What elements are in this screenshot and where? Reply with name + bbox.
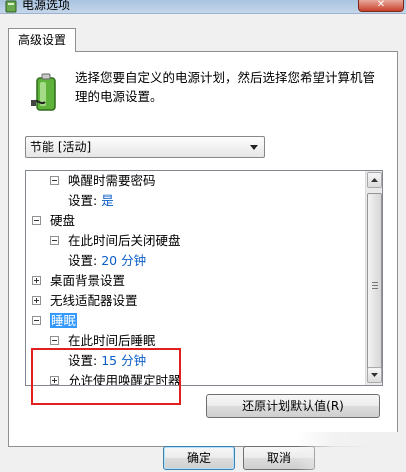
scroll-thumb[interactable] [367,193,382,379]
power-plan-dropdown[interactable]: 节能 [活动] [25,136,265,158]
scroll-up-button[interactable] [367,172,382,188]
tree-item-label: 在此时间后睡眠 [68,333,156,348]
tree-item-label: 桌面背景设置 [50,273,126,288]
expand-icon[interactable] [32,276,41,285]
battery-plug-icon [31,73,56,111]
tree-item-sleep-after-setting[interactable]: 设置: 15 分钟 [68,351,146,371]
collapse-icon[interactable] [50,176,59,185]
setting-label: 设置: [68,253,98,268]
setting-label: 设置: [68,193,98,208]
tree-scrollbar[interactable] [365,171,382,385]
advanced-settings-panel: 选择您要自定义的电源计划，然后选择您希望计算机管理的电源设置。 节能 [活动] … [8,51,398,447]
power-options-dialog: 高级设置 选择您要自定义的电源计划，然后选择您希望计算机管理的电源设置。 节能 … [0,14,406,472]
plan-description-text: 选择您要自定义的电源计划，然后选择您希望计算机管理的电源设置。 [75,70,376,104]
tree-item-label: 允许使用唤醒定时器 [68,373,181,386]
power-settings-tree[interactable]: 唤醒时需要密码 设置: 是 硬盘 在此时间后关闭硬盘 设置: 20 分钟 桌面背… [25,170,383,386]
collapse-icon[interactable] [50,236,59,245]
tree-item-label: 唤醒时需要密码 [68,173,156,188]
tree-item-label: 在此时间后关闭硬盘 [68,233,181,248]
setting-value-link[interactable]: 是 [101,193,114,208]
tree-item-wake-password[interactable]: 唤醒时需要密码 [50,171,156,191]
tree-item-turn-off-disk-setting[interactable]: 设置: 20 分钟 [68,251,146,271]
chevron-up-icon [371,178,378,182]
window-title: 电源选项 [22,0,71,12]
ok-button[interactable]: 确定 [163,446,235,470]
blur-overlay [296,432,406,472]
tree-item-label: 睡眠 [50,313,78,328]
chevron-down-icon [371,373,378,377]
tree-item-sleep-after[interactable]: 在此时间后睡眠 [50,331,156,351]
tree-item-turn-off-disk[interactable]: 在此时间后关闭硬盘 [50,231,181,251]
expand-icon[interactable] [32,296,41,305]
scroll-down-button[interactable] [367,367,382,383]
power-plan-selected-value: 节能 [活动] [30,140,92,154]
tree-item-hard-disk[interactable]: 硬盘 [32,211,75,231]
tree-item-desktop-background[interactable]: 桌面背景设置 [32,271,125,291]
expand-icon[interactable] [50,376,59,385]
power-options-icon [5,0,17,13]
tab-advanced-settings[interactable]: 高级设置 [8,28,76,52]
restore-defaults-button[interactable]: 还原计划默认值(R) [206,394,380,418]
collapse-icon[interactable] [32,316,41,325]
tree-item-wake-timers[interactable]: 允许使用唤醒定时器 [50,371,181,386]
chevron-down-icon[interactable] [250,145,258,150]
setting-value-link[interactable]: 15 分钟 [101,353,146,368]
grip-icon [372,282,378,289]
tree-item-label: 硬盘 [50,213,76,228]
close-button[interactable]: ✕ [358,0,404,12]
setting-label: 设置: [68,353,98,368]
setting-value-link[interactable]: 20 分钟 [101,253,146,268]
window-titlebar[interactable]: 电源选项 ✕ [0,0,406,14]
tree-item-wireless-adapter[interactable]: 无线适配器设置 [32,291,138,311]
collapse-icon[interactable] [32,216,41,225]
tree-item-label: 无线适配器设置 [50,293,138,308]
collapse-icon[interactable] [50,336,59,345]
tree-item-wake-password-setting[interactable]: 设置: 是 [68,191,114,211]
tree-item-sleep[interactable]: 睡眠 [32,311,78,331]
